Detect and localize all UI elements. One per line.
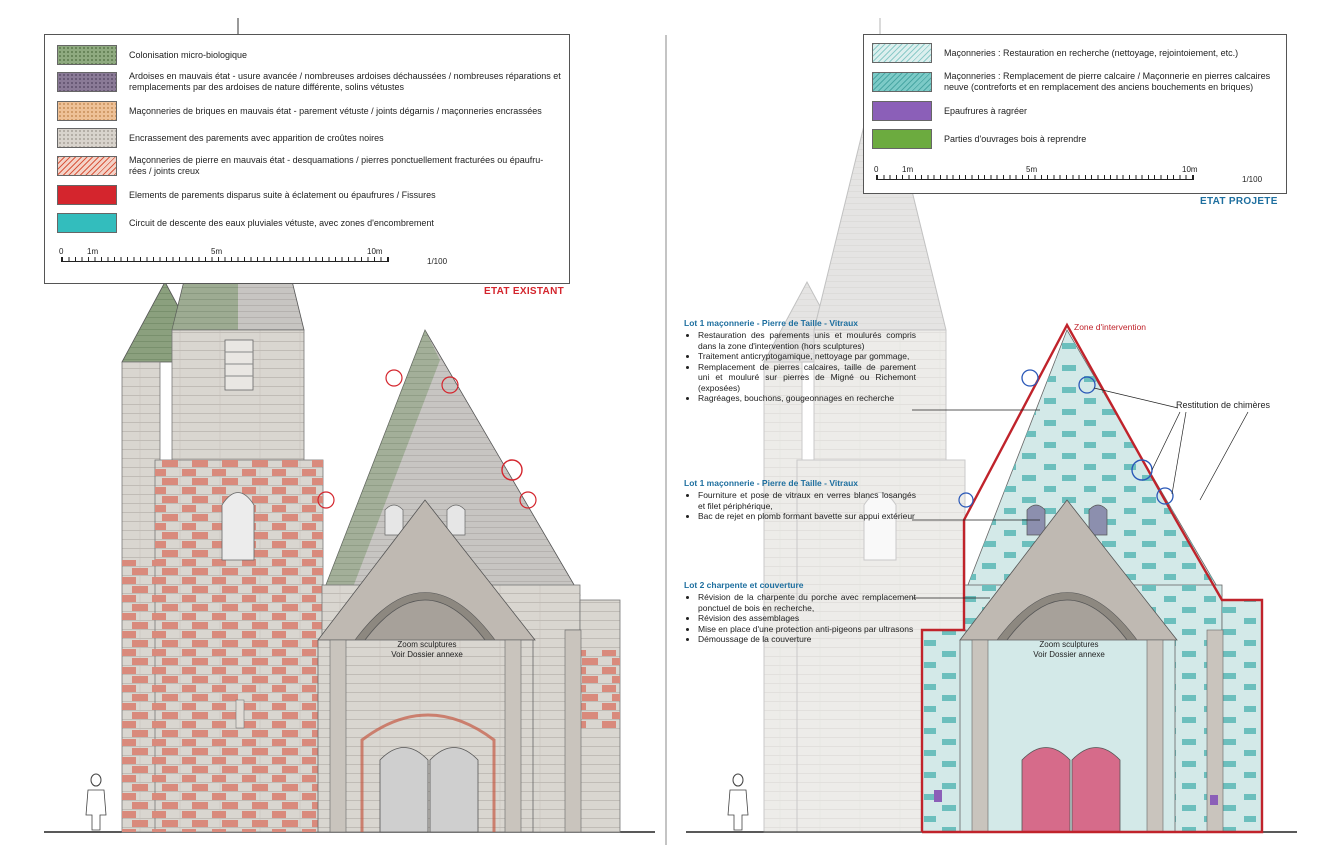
lot-item: Mise en place d'une protection anti-pige…: [698, 624, 916, 635]
zoom-line-2: Voir Dossier annexe: [1033, 650, 1105, 659]
lot-1-maconnerie-a: Lot 1 maçonnerie - Pierre de Taille - Vi…: [684, 318, 916, 404]
legend-swatch: [872, 129, 932, 149]
legend-row-pierre: Maçonneries de pierre en mauvais état - …: [57, 155, 549, 177]
legend-label: Circuit de descente des eaux pluviales v…: [129, 217, 434, 228]
lot-item: Traitement anticryptogamique, nettoyage …: [698, 351, 916, 362]
scale-tick-5m: 5m: [211, 247, 223, 256]
legend-label: Encrassement des parements avec appariti…: [129, 132, 384, 143]
scale-tick-5m: 5m: [1026, 165, 1038, 174]
lot-title: Lot 1 maçonnerie - Pierre de Taille - Vi…: [684, 318, 858, 328]
title-etat-existant: ETAT EXISTANT: [484, 286, 565, 297]
legend-label: Maçonneries : Restauration en recherche …: [944, 47, 1239, 58]
legend-label: Maçonneries de briques en mauvais état -…: [129, 105, 542, 116]
legend-label: Elements de parements disparus suite à é…: [129, 189, 436, 200]
lot-items: Révision de la charpente du porche avec …: [684, 592, 916, 645]
chimeres-label: Restitution de chimères: [1176, 400, 1271, 410]
lot-2-charpente: Lot 2 charpente et couverture Révision d…: [684, 580, 916, 645]
legend-row-bois: Parties d'ouvrages bois à reprendre: [872, 129, 1274, 149]
legend-row-eaux-pluviales: Circuit de descente des eaux pluviales v…: [57, 213, 561, 233]
lot-1-maconnerie-b: Lot 1 maçonnerie - Pierre de Taille - Vi…: [684, 478, 916, 522]
lot-title: Lot 1 maçonnerie - Pierre de Taille - Vi…: [684, 478, 858, 488]
legend-swatch: [57, 213, 117, 233]
zoom-line-1: Zoom sculptures: [397, 640, 457, 649]
legend-label: Ardoises en mauvais état - usure avancée…: [129, 71, 561, 92]
zone-intervention-label: Zone d'intervention: [1074, 322, 1147, 332]
legend-swatch: [57, 101, 117, 121]
legend-label: Parties d'ouvrages bois à reprendre: [944, 133, 1087, 144]
legend-row-epaufrures: Epaufrures à ragréer: [872, 101, 1274, 121]
legend-row-elements-disparus: Elements de parements disparus suite à é…: [57, 185, 561, 205]
legend-row-colonisation: Colonisation micro-biologique: [57, 45, 559, 65]
legend-label: Maçonneries : Remplacement de pierre cal…: [944, 71, 1271, 92]
scale-tick-1m: 1m: [87, 247, 99, 256]
lot-items: Restauration des parements unis et moulu…: [684, 330, 916, 404]
lot-item: Démoussage de la couverture: [698, 634, 916, 645]
legend-label: Epaufrures à ragréer: [944, 105, 1028, 116]
lot-item: Ragréages, bouchons, gougeonnages en rec…: [698, 393, 916, 404]
legend-swatch: [57, 185, 117, 205]
scale-bar: [61, 257, 389, 262]
lot-item: Révision des assemblages: [698, 613, 916, 624]
legend-row-ardoises: Ardoises en mauvais état - usure avancée…: [57, 71, 561, 93]
legend-row-restauration: Maçonneries : Restauration en recherche …: [872, 43, 1274, 63]
zoom-sculptures-left: Zoom sculptures Voir Dossier annexe: [382, 640, 472, 660]
scale-bar: [876, 175, 1194, 180]
legend-label: Maçonneries de pierre en mauvais état - …: [129, 155, 544, 176]
legend-row-remplacement: Maçonneries : Remplacement de pierre cal…: [872, 71, 1274, 93]
legend-swatch: [57, 45, 117, 65]
scale-tick-10m: 10m: [367, 247, 383, 256]
legend-swatch: [872, 43, 932, 63]
zoom-line-1: Zoom sculptures: [1039, 640, 1099, 649]
lot-item: Bac de rejet en plomb formant bavette su…: [698, 511, 916, 522]
zoom-line-2: Voir Dossier annexe: [391, 650, 463, 659]
zoom-sculptures-right: Zoom sculptures Voir Dossier annexe: [1024, 640, 1114, 660]
legend-swatch: [57, 128, 117, 148]
legend-swatch: [57, 156, 117, 176]
scale-tick-1m: 1m: [902, 165, 914, 174]
lot-item: Remplacement de pierres calcaires, taill…: [698, 362, 916, 394]
lot-title: Lot 2 charpente et couverture: [684, 580, 804, 590]
legend-etat-projete: Maçonneries : Restauration en recherche …: [863, 34, 1287, 194]
scale-tick-10m: 10m: [1182, 165, 1198, 174]
scale-ratio: 1/100: [427, 257, 448, 266]
legend-swatch: [872, 101, 932, 121]
lot-items: Fourniture et pose de vitraux en verres …: [684, 490, 916, 522]
lot-item: Fourniture et pose de vitraux en verres …: [698, 490, 916, 511]
legend-swatch: [57, 72, 117, 92]
legend-label: Colonisation micro-biologique: [129, 49, 248, 60]
scale-tick-0: 0: [59, 247, 64, 256]
legend-etat-existant: Colonisation micro-biologique Ardoises e…: [44, 34, 570, 284]
lot-item: Restauration des parements unis et moulu…: [698, 330, 916, 351]
title-etat-projete: ETAT PROJETE: [1200, 196, 1278, 207]
legend-row-briques: Maçonneries de briques en mauvais état -…: [57, 101, 561, 121]
scale-tick-0: 0: [874, 165, 879, 174]
legend-row-encrassement: Encrassement des parements avec appariti…: [57, 128, 561, 148]
scale-ratio: 1/100: [1242, 175, 1263, 184]
lot-item: Révision de la charpente du porche avec …: [698, 592, 916, 613]
legend-swatch: [872, 72, 932, 92]
